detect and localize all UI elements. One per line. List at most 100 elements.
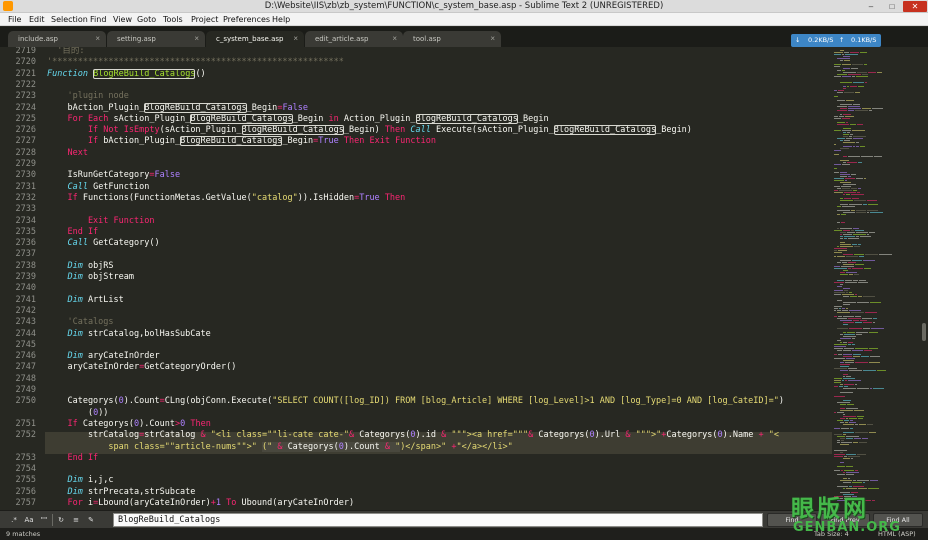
maximize-button[interactable]: □ <box>883 1 901 12</box>
minimap-code-stroke <box>843 432 854 433</box>
menu-project[interactable]: Project <box>191 13 218 26</box>
minimap-code-stroke <box>842 76 851 77</box>
code-token: _Begin <box>282 136 314 147</box>
minimap[interactable] <box>832 47 920 510</box>
code-token: End If <box>47 452 99 463</box>
find-input[interactable]: BlogReBuild_Catalogs <box>113 513 763 527</box>
menu-goto[interactable]: Goto <box>137 13 156 26</box>
menu-find[interactable]: Find <box>90 13 106 26</box>
minimap-code-stroke <box>843 378 855 379</box>
minimap-code-stroke <box>834 344 847 345</box>
menu-tools[interactable]: Tools <box>163 13 183 26</box>
code-line[interactable]: End If <box>47 227 98 238</box>
code-line[interactable]: For i=Lbound(aryCateInOrder)+1 To Ubound… <box>47 498 354 509</box>
line-number: 2740 <box>15 283 36 294</box>
minimap-code-stroke <box>842 310 848 311</box>
code-line[interactable]: 'plugin node <box>47 91 128 102</box>
code-token: ) <box>778 396 784 407</box>
minimap-code-stroke <box>873 318 877 319</box>
code-line[interactable]: Dim objRS <box>47 261 113 272</box>
minimap-code-stroke <box>843 194 845 195</box>
minimap-code-stroke <box>847 332 855 333</box>
highlight-matches-toggle-button[interactable]: ✎ <box>85 514 97 526</box>
code-line[interactable]: bAction_Plugin_BlogReBuild_Catalogs_Begi… <box>47 102 308 114</box>
minimap-code-stroke <box>856 210 866 211</box>
minimap-code-stroke <box>849 486 852 487</box>
code-token: _Begin) <box>343 125 385 136</box>
code-line[interactable]: strCatalog=strCatalog & "<li class=""li-… <box>47 430 779 441</box>
line-number: 2725 <box>15 113 36 124</box>
code-editor[interactable]: 2719 2720 2721 2722 2723 2724 2725 2726 2727 2728… <box>0 47 832 510</box>
code-line[interactable]: End If <box>47 453 98 464</box>
minimap-code-stroke <box>843 68 850 69</box>
scrollbar-thumb[interactable] <box>922 323 926 341</box>
menu-view[interactable]: View <box>113 13 132 26</box>
tab-include-asp[interactable]: include.asp × <box>8 31 106 47</box>
code-line[interactable]: IsRunGetCategory=False <box>47 170 180 181</box>
code-line[interactable]: (0)) <box>47 408 109 419</box>
minimize-button[interactable]: – <box>862 1 880 12</box>
minimap-code-stroke <box>840 104 852 105</box>
minimap-code-stroke <box>840 176 847 177</box>
regex-toggle-button[interactable]: .* <box>8 514 20 526</box>
code-line[interactable]: If bAction_Plugin_BlogReBuild_Catalogs_B… <box>47 136 436 147</box>
code-line[interactable]: Dim i,j,c <box>47 475 113 486</box>
code-line[interactable]: aryCateInOrder=GetCategoryOrder() <box>47 362 236 373</box>
code-line[interactable]: For Each sAction_Plugin_BlogReBuild_Cata… <box>47 113 549 125</box>
minimap-code-stroke <box>851 174 856 175</box>
minimap-code-stroke <box>843 230 850 231</box>
minimap-code-stroke <box>846 408 858 409</box>
minimap-code-stroke <box>844 140 850 141</box>
menu-file[interactable]: File <box>8 13 21 26</box>
menu-edit[interactable]: Edit <box>29 13 45 26</box>
menu-help[interactable]: Help <box>272 13 290 26</box>
code-line[interactable]: span class=""article-nums"">" (" & Categ… <box>47 441 513 453</box>
case-toggle-button[interactable]: Aa <box>23 514 35 526</box>
minimap-code-stroke <box>855 230 864 231</box>
minimap-code-stroke <box>837 312 850 313</box>
line-number <box>0 408 36 419</box>
tab-close-icon[interactable]: × <box>95 31 100 47</box>
minimap-code-stroke <box>841 266 854 267</box>
code-line[interactable]: Call GetFunction <box>47 182 149 193</box>
line-number: 2742 <box>15 305 36 316</box>
tab-setting-asp[interactable]: setting.asp × <box>107 31 205 47</box>
minimap-code-stroke <box>845 280 852 281</box>
code-line[interactable]: '目的: <box>47 47 84 57</box>
code-line[interactable]: 'Catalogs <box>47 317 113 328</box>
code-line[interactable]: Dim strPrecata,strSubcate <box>47 487 195 498</box>
code-line[interactable]: Dim strCatalog,bolHasSubCate <box>47 329 210 340</box>
code-line[interactable]: If Functions(FunctionMetas.GetValue("cat… <box>47 193 405 204</box>
minimap-code-stroke <box>848 74 861 75</box>
code-line[interactable]: Dim aryCateInOrder <box>47 351 159 362</box>
tab-close-icon[interactable]: × <box>392 31 397 47</box>
minimap-code-stroke <box>837 70 841 71</box>
code-line[interactable]: Dim ArtList <box>47 295 123 306</box>
code-line[interactable]: If Categorys(0).Count>0 Then <box>47 419 210 430</box>
tab-tool-asp[interactable]: tool.asp × <box>403 31 501 47</box>
minimap-code-stroke <box>840 384 843 385</box>
minimap-code-stroke <box>842 294 854 295</box>
in-selection-toggle-button[interactable]: ≡ <box>70 514 82 526</box>
code-line[interactable]: Function BlogReBuild_Catalogs() <box>47 68 206 80</box>
code-line[interactable]: Call GetCategory() <box>47 238 159 249</box>
code-line[interactable]: '***************************************… <box>47 57 344 68</box>
tab-close-icon[interactable]: × <box>194 31 199 47</box>
vertical-scrollbar[interactable] <box>920 47 928 510</box>
tab-c-system-base-asp[interactable]: c_system_base.asp × <box>206 31 304 47</box>
menu-selection[interactable]: Selection <box>51 13 88 26</box>
code-line[interactable]: Categorys(0).Count=CLng(objConn.Execute(… <box>47 396 784 407</box>
wrap-toggle-button[interactable]: ↻ <box>55 514 67 526</box>
code-line[interactable]: Next <box>47 148 87 159</box>
menu-preferences[interactable]: Preferences <box>223 13 270 26</box>
code-line[interactable]: Dim objStream <box>47 272 134 283</box>
tab-edit-article-asp[interactable]: edit_article.asp × <box>305 31 403 47</box>
code-line[interactable]: Exit Function <box>47 216 155 227</box>
close-window-button[interactable]: ✕ <box>903 1 927 12</box>
minimap-code-stroke <box>834 256 836 257</box>
code-line[interactable]: If Not IsEmpty(sAction_Plugin_BlogReBuil… <box>47 125 692 136</box>
tab-close-icon[interactable]: × <box>490 31 495 47</box>
tab-bar: include.asp × setting.asp × c_system_bas… <box>0 27 928 47</box>
whole-word-toggle-button[interactable]: "" <box>38 514 50 526</box>
tab-close-icon[interactable]: × <box>293 31 298 47</box>
